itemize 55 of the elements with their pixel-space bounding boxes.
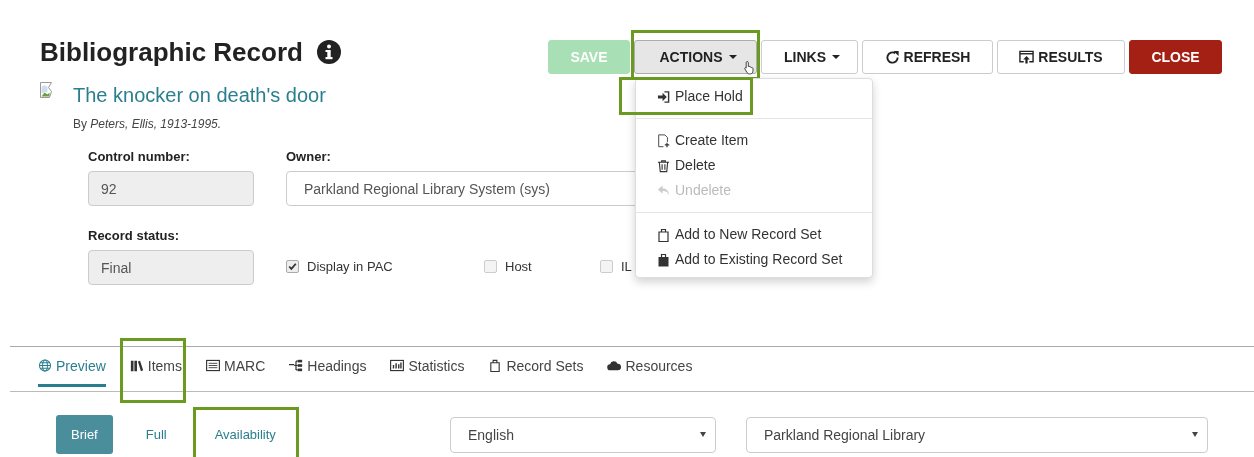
view-toggle[interactable]: Full <box>130 415 182 454</box>
record-title-link[interactable]: The knocker on death's door <box>73 84 326 107</box>
library-select[interactable]: Parkland Regional Library <box>746 416 1208 453</box>
author-line: By Peters, Ellis, 1913-1995. <box>73 117 223 131</box>
globe-icon <box>38 359 52 372</box>
field-label: Record status: <box>88 228 181 243</box>
tab[interactable]: Headings <box>289 347 367 387</box>
hand-cursor-icon <box>744 60 755 75</box>
caret-icon <box>728 55 737 59</box>
refresh-button[interactable]: REFRESH <box>862 40 993 74</box>
checkbox-label: Host <box>505 259 532 274</box>
upload-window-icon <box>1019 49 1035 65</box>
books-icon <box>129 359 144 372</box>
control-number-field[interactable]: 92 <box>88 171 254 206</box>
info-icon[interactable] <box>316 40 341 64</box>
list-icon <box>206 359 221 372</box>
sitemap-icon <box>289 359 304 372</box>
caret-icon <box>700 432 706 437</box>
close-button[interactable]: CLOSE <box>1129 40 1222 74</box>
sign-in-icon <box>657 89 670 104</box>
menu-item[interactable]: Add to Existing Record Set <box>636 247 864 272</box>
refresh-icon <box>884 49 900 65</box>
results-button[interactable]: RESULTS <box>997 40 1125 74</box>
checkbox-label: Display in PAC <box>307 259 393 274</box>
view-toggle[interactable]: Brief <box>56 415 113 454</box>
tab[interactable]: Preview <box>38 347 106 387</box>
file-plus-icon <box>657 133 670 148</box>
checkbox-label: IL <box>621 259 632 274</box>
language-select[interactable]: English <box>450 416 716 453</box>
tab[interactable]: Statistics <box>390 347 465 387</box>
field-label: Control number: <box>88 149 191 164</box>
tab[interactable]: Record Sets <box>488 347 584 387</box>
checkbox[interactable] <box>286 260 299 273</box>
trash-icon <box>657 158 670 173</box>
caret-icon <box>832 55 840 59</box>
dropdown-button[interactable]: LINKS <box>761 40 858 74</box>
menu-item[interactable]: Add to New Record Set <box>636 222 843 247</box>
dropdown-button[interactable]: ACTIONS <box>634 40 757 74</box>
tab[interactable]: Resources <box>607 347 693 387</box>
checkbox[interactable] <box>484 260 497 273</box>
cloud-icon <box>607 359 622 372</box>
bag-icon <box>657 227 670 242</box>
menu-item[interactable]: Place Hold <box>636 84 764 109</box>
tab[interactable]: MARC <box>206 347 266 387</box>
bag-icon <box>657 252 670 267</box>
view-toggle[interactable]: Availability <box>199 415 291 454</box>
tab[interactable]: Items <box>129 347 183 387</box>
field-label: Owner: <box>286 149 332 164</box>
caret-icon <box>1192 432 1198 437</box>
record-status-field[interactable]: Final <box>88 250 254 285</box>
menu-item[interactable]: Create Item <box>636 128 770 153</box>
bar-chart-icon <box>390 359 405 372</box>
checkbox[interactable] <box>600 260 613 273</box>
page-title: Bibliographic Record <box>40 36 303 68</box>
bag-icon <box>488 359 503 372</box>
